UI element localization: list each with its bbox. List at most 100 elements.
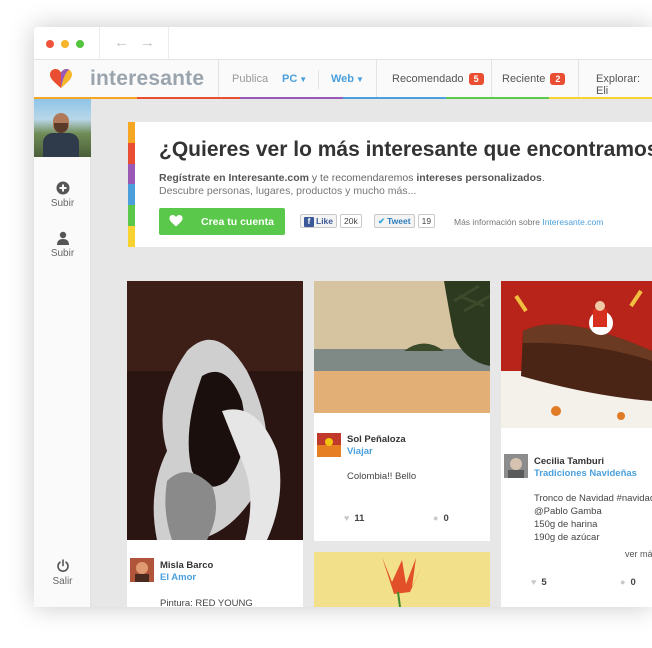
read-more-link[interactable]: ver má [625,549,652,559]
card-text-line: 150g de harina [534,519,598,530]
user-category[interactable]: Tradiciones Navideñas [534,468,637,479]
card-image[interactable] [314,281,490,413]
user-avatar[interactable] [317,433,341,457]
web-dropdown-label: Web [331,73,355,85]
banner-subtitle-text: y te recomendaremos [308,172,417,184]
logo-wordmark[interactable]: interesante [90,67,204,91]
user-category[interactable]: Viajar [347,446,373,457]
banner-title: ¿Quieres ver lo más interesante que enco… [159,138,652,161]
tweet-label: Tweet [387,216,411,226]
card-image[interactable] [127,281,303,540]
tab-recomendado-label: Recomendado [392,73,464,85]
facebook-like-button[interactable]: f Like [300,214,338,228]
pin-card[interactable]: Cecilia Tamburi Tradiciones Navideñas Tr… [501,281,652,607]
signup-banner: ¿Quieres ver lo más interesante que enco… [128,122,652,247]
upload-button[interactable]: Subir [34,181,91,209]
plus-circle-icon [56,181,69,195]
logout-button-label: Salir [52,576,73,587]
tab-reciente-label: Reciente [502,73,546,85]
tweet-button[interactable]: ✔ Tweet [374,214,415,228]
facebook-like: f Like 20k [300,214,362,228]
card-text-line: @Pablo Gamba [534,506,602,517]
divider [218,60,219,99]
zoom-window-button[interactable] [76,40,84,48]
create-account-button[interactable]: Crea tu cuenta [159,208,285,235]
card-text: Pintura: RED YOUNG [160,598,253,607]
card-image[interactable] [501,281,652,428]
upload-button-label: Subir [50,198,75,209]
sidebar: Subir Subir Salir [34,99,91,607]
comment-count[interactable]: ● 0 [620,577,636,588]
top-navigation: interesante Publica PC ▼ Web ▼ Recomendado… [34,60,652,99]
brand-rainbow-bar [34,97,652,99]
browser-window: ← → interesante Publica PC ▼ Web ▼ Recomen… [34,27,652,607]
chevron-down-icon: ▼ [299,75,308,84]
user-avatar[interactable] [130,558,154,582]
back-arrow-icon[interactable]: ← [114,34,129,51]
facebook-like-label: Like [316,216,334,226]
pc-dropdown-label: PC [282,73,298,85]
divider [376,60,377,99]
title-bar: ← → [34,27,652,60]
pin-card[interactable]: Sol Peñaloza Viajar Colombia!! Bello ♥ 11… [314,281,490,541]
more-info-link[interactable]: Interesante.com [542,217,603,227]
publica-label: Publica [232,73,269,85]
avatar-body [43,133,79,157]
tab-reciente[interactable]: Reciente 2 [502,73,566,85]
tweet-count: 19 [417,214,436,228]
chevron-down-icon: ▼ [356,75,364,84]
user-avatar[interactable] [504,454,528,478]
facebook-icon: f [304,217,314,227]
divider [99,27,100,60]
divider [168,27,169,60]
user-icon [56,231,69,245]
like-count-value: 11 [354,513,365,524]
comment-icon: ● [433,513,439,523]
pin-card[interactable] [314,552,490,607]
divider [318,70,319,89]
pc-dropdown[interactable]: PC ▼ [282,73,307,85]
card-text: Colombia!! Bello [347,471,417,482]
minimize-window-button[interactable] [61,40,69,48]
banner-color-stripe [128,122,135,247]
user-button-label: Subir [50,248,75,259]
user-button[interactable]: Subir [34,231,91,259]
like-count[interactable]: ♥ 11 [344,513,364,524]
more-info-prefix: Más información sobre [454,217,543,227]
web-dropdown[interactable]: Web ▼ [331,73,364,85]
power-icon [56,559,69,572]
banner-subtitle-text: . [541,172,545,184]
pin-card[interactable]: Misla Barco El Amor Pintura: RED YOUNG [127,281,303,607]
user-name[interactable]: Cecilia Tamburi [534,456,604,467]
user-category[interactable]: El Amor [160,572,196,583]
avatar[interactable] [34,99,91,157]
user-name[interactable]: Sol Peñaloza [347,434,406,445]
divider [491,60,492,99]
logo-heart-icon[interactable] [50,69,72,89]
banner-description: Descubre personas, lugares, productos y … [159,185,417,197]
comment-count-value: 0 [443,513,449,524]
explorar-dropdown[interactable]: Explorar: Eli [596,73,652,97]
user-name[interactable]: Misla Barco [160,560,213,571]
card-image[interactable] [314,552,490,607]
tab-recomendado[interactable]: Recomendado 5 [392,73,484,85]
like-count[interactable]: ♥ 5 [531,577,547,588]
more-info-text: Más información sobre Interesante.com [454,217,603,227]
heart-icon: ♥ [344,513,350,523]
banner-subtitle-strong: Regístrate en Interesante.com [159,172,309,184]
forward-arrow-icon[interactable]: → [140,34,155,51]
reciente-count-badge: 2 [550,73,566,85]
card-text-line: Tronco de Navidad #navidad [534,493,652,504]
logout-button[interactable]: Salir [34,559,91,587]
like-count-value: 5 [541,577,547,588]
comment-count[interactable]: ● 0 [433,513,449,524]
comment-icon: ● [620,577,626,587]
banner-subtitle: Regístrate en Interesante.com y te recom… [159,172,545,184]
heart-icon [169,215,183,227]
comment-count-value: 0 [630,577,636,588]
heart-icon: ♥ [531,577,537,587]
close-window-button[interactable] [46,40,54,48]
banner-subtitle-strong: intereses personalizados [416,172,542,184]
avatar-beard [54,123,68,133]
facebook-like-count: 20k [340,214,362,228]
